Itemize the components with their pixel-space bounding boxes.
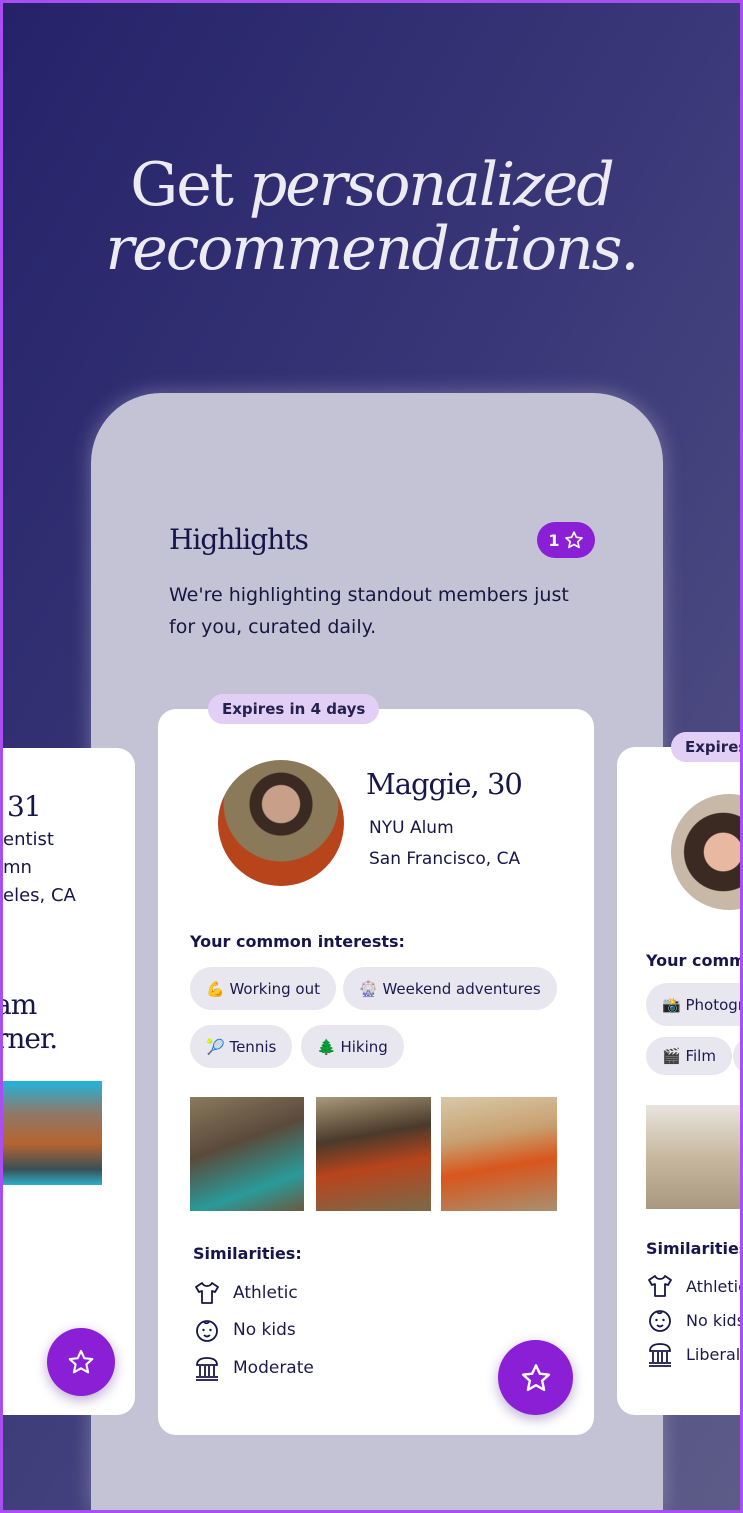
star-button[interactable]	[47, 1328, 115, 1396]
baby-face-icon	[196, 1320, 218, 1342]
interest-chip: 🎬 Film	[646, 1037, 732, 1075]
similarity-item: Athletic	[193, 1279, 298, 1307]
location: eles, CA	[3, 885, 76, 906]
name-fragment: 31	[7, 790, 42, 823]
similarity-item: Liberal	[646, 1340, 740, 1368]
profile-location: San Francisco, CA	[369, 849, 521, 869]
profile-name: Maggie, 30	[366, 767, 523, 801]
profile-card-maggie[interactable]: Maggie, 30 NYU Alum San Francisco, CA Yo…	[158, 709, 594, 1435]
interest-chip: 🎡 Weekend adventures	[343, 967, 557, 1010]
profile-card-left[interactable]: 31 entist mn eles, CA am rner.	[0, 748, 135, 1415]
headline-italic: personalized	[248, 150, 615, 220]
star-icon	[564, 531, 583, 549]
avatar	[671, 794, 740, 910]
star-icon	[68, 1349, 94, 1374]
interests-label: Your common interests:	[190, 932, 405, 951]
occupation: entist	[3, 829, 54, 850]
similarity-item: No kids	[646, 1306, 740, 1334]
interest-chip: 📸 Photogra	[646, 983, 740, 1026]
quote-line: rner.	[0, 1022, 58, 1055]
similarities-label: Similarities:	[193, 1244, 302, 1263]
profile-photo[interactable]	[441, 1097, 557, 1211]
badge-count: 1	[548, 530, 560, 550]
profile-photo[interactable]	[316, 1097, 431, 1211]
similarities-label: Similarities:	[646, 1239, 740, 1258]
profile-school: NYU Alum	[369, 818, 454, 838]
profile-photo[interactable]	[190, 1097, 304, 1211]
headline-line2: recommendations.	[105, 214, 640, 284]
government-building-icon	[196, 1357, 218, 1381]
profile-card-right[interactable]: Your commo 📸 Photogra 🎬 Film Similaritie…	[617, 747, 740, 1415]
landscape-photo	[3, 1081, 102, 1185]
shirt-icon	[648, 1275, 672, 1297]
interest-chip: 🎾 Tennis	[190, 1025, 293, 1068]
quote-line: am	[3, 988, 37, 1021]
similarity-item: Moderate	[193, 1354, 314, 1382]
expires-badge: Expires	[671, 732, 740, 762]
highlights-description: We're highlighting standout members just…	[169, 584, 569, 638]
headline: Get personalized recommendations.	[3, 153, 740, 281]
avatar	[218, 760, 344, 886]
baby-face-icon	[649, 1310, 671, 1332]
shirt-icon	[195, 1282, 219, 1304]
similarity-item: Athletic	[646, 1272, 740, 1300]
highlights-badge[interactable]: 1	[537, 522, 595, 558]
profile-photo[interactable]	[646, 1105, 740, 1209]
interest-chip	[733, 1037, 740, 1075]
government-building-icon	[649, 1343, 671, 1367]
similarity-item: No kids	[193, 1316, 296, 1344]
promo-screen: Get personalized recommendations. Highli…	[0, 0, 743, 1513]
interest-chip: 🌲 Hiking	[301, 1025, 404, 1068]
star-button[interactable]	[498, 1340, 573, 1415]
headline-plain: Get	[130, 150, 249, 220]
highlights-title: Highlights	[169, 523, 309, 556]
interest-chip: 💪 Working out	[190, 967, 336, 1010]
star-icon	[521, 1363, 550, 1391]
expires-badge: Expires in 4 days	[208, 694, 380, 724]
school: mn	[3, 857, 32, 878]
interests-label: Your commo	[646, 951, 740, 970]
